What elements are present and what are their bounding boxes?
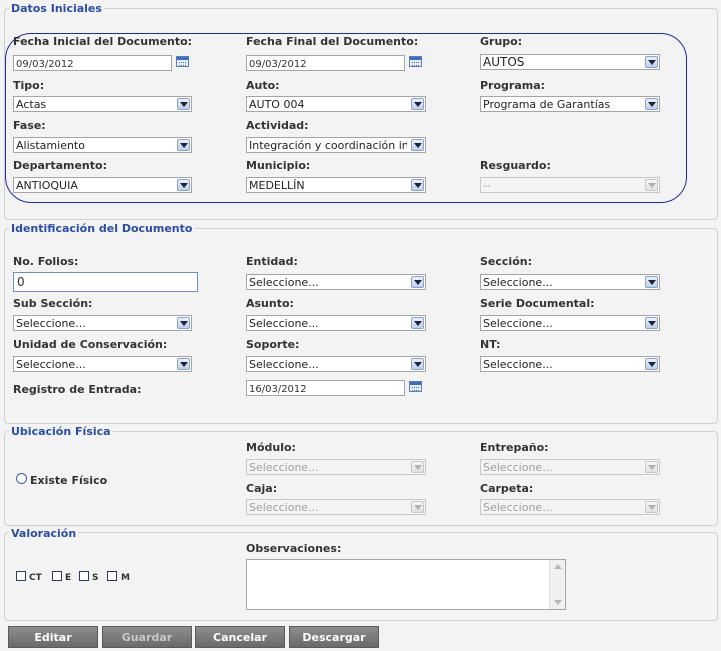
- serie-select[interactable]: Seleccione...: [480, 315, 660, 331]
- fecha-inicial-label: Fecha Inicial del Documento:: [13, 35, 193, 48]
- asunto-label: Asunto:: [246, 297, 294, 310]
- nt-label: NT:: [480, 338, 501, 351]
- m-label: M: [121, 573, 130, 583]
- datos-iniciales-legend: Datos Iniciales: [9, 2, 104, 15]
- chevron-down-icon: [177, 139, 190, 151]
- chevron-down-icon: [645, 276, 658, 288]
- chevron-down-icon: [411, 501, 424, 513]
- soporte-label: Soporte:: [246, 338, 300, 351]
- chevron-down-icon: [645, 358, 658, 370]
- fecha-inicial-field[interactable]: 09/03/2012: [13, 55, 172, 71]
- tipo-select[interactable]: Actas: [13, 96, 192, 112]
- fase-select[interactable]: Alistamiento: [13, 137, 192, 153]
- registro-field[interactable]: 16/03/2012: [246, 380, 405, 396]
- e-checkbox[interactable]: [52, 571, 62, 581]
- chevron-down-icon: [645, 501, 658, 513]
- registro-label: Registro de Entrada:: [13, 383, 142, 396]
- chevron-down-icon: [645, 98, 658, 110]
- tipo-label: Tipo:: [13, 79, 45, 92]
- chevron-down-icon: [411, 461, 424, 473]
- subseccion-select[interactable]: Seleccione...: [13, 315, 192, 331]
- chevron-down-icon: [645, 56, 658, 68]
- resguardo-select[interactable]: --: [480, 177, 660, 193]
- nt-select[interactable]: Seleccione...: [480, 356, 660, 372]
- calendar-icon[interactable]: [409, 56, 422, 67]
- carpeta-select[interactable]: Seleccione...: [480, 499, 660, 515]
- scrollbar[interactable]: [549, 560, 565, 609]
- s-checkbox[interactable]: [79, 571, 89, 581]
- cancelar-button[interactable]: Cancelar: [195, 626, 285, 648]
- entrepano-select[interactable]: Seleccione...: [480, 459, 660, 475]
- modulo-label: Módulo:: [246, 441, 296, 454]
- chevron-down-icon: [645, 317, 658, 329]
- chevron-down-icon: [411, 317, 424, 329]
- programa-select[interactable]: Programa de Garantías: [480, 96, 660, 112]
- chevron-down-icon: [411, 358, 424, 370]
- serie-label: Serie Documental:: [480, 297, 595, 310]
- grupo-select[interactable]: AUTOS: [480, 54, 660, 70]
- carpeta-label: Carpeta:: [480, 482, 534, 495]
- scroll-up-icon[interactable]: [554, 564, 562, 569]
- unidad-select[interactable]: Seleccione...: [13, 356, 192, 372]
- caja-label: Caja:: [246, 482, 278, 495]
- seccion-label: Sección:: [480, 255, 532, 268]
- resguardo-label: Resguardo:: [480, 159, 551, 172]
- ct-checkbox[interactable]: [16, 571, 26, 581]
- seccion-select[interactable]: Seleccione...: [480, 274, 660, 290]
- actividad-select[interactable]: Integración y coordinación inte: [246, 137, 426, 153]
- descargar-button[interactable]: Descargar: [289, 626, 379, 648]
- folios-label: No. Folios:: [13, 255, 79, 268]
- observaciones-label: Observaciones:: [246, 542, 342, 555]
- auto-select[interactable]: AUTO 004: [246, 96, 426, 112]
- guardar-button[interactable]: Guardar: [102, 626, 192, 648]
- actividad-label: Actividad:: [246, 119, 309, 132]
- soporte-select[interactable]: Seleccione...: [246, 356, 426, 372]
- programa-label: Programa:: [480, 79, 546, 92]
- m-checkbox[interactable]: [107, 571, 117, 581]
- subseccion-label: Sub Sección:: [13, 297, 93, 310]
- grupo-label: Grupo:: [480, 35, 523, 48]
- ct-label: CT: [29, 573, 42, 583]
- departamento-select[interactable]: ANTIOQUIA: [13, 177, 192, 193]
- asunto-select[interactable]: Seleccione...: [246, 315, 426, 331]
- fecha-final-label: Fecha Final del Documento:: [246, 35, 419, 48]
- editar-button[interactable]: Editar: [8, 626, 98, 648]
- unidad-label: Unidad de Conservación:: [13, 338, 168, 351]
- identificacion-legend: Identificación del Documento: [9, 222, 195, 235]
- fase-label: Fase:: [13, 119, 46, 132]
- auto-label: Auto:: [246, 79, 280, 92]
- e-label: E: [65, 573, 72, 583]
- valoracion-legend: Valoración: [9, 527, 79, 540]
- fecha-final-field[interactable]: 09/03/2012: [246, 55, 405, 71]
- entidad-label: Entidad:: [246, 255, 298, 268]
- calendar-icon[interactable]: [409, 381, 422, 392]
- chevron-down-icon: [411, 139, 424, 151]
- entrepano-label: Entrepaño:: [480, 441, 549, 454]
- chevron-down-icon: [177, 179, 190, 191]
- scroll-down-icon[interactable]: [554, 600, 562, 605]
- entidad-select[interactable]: Seleccione...: [246, 274, 426, 290]
- observaciones-textarea[interactable]: [246, 559, 566, 610]
- modulo-select[interactable]: Seleccione...: [246, 459, 426, 475]
- caja-select[interactable]: Seleccione...: [246, 499, 426, 515]
- calendar-icon[interactable]: [176, 56, 189, 67]
- chevron-down-icon: [177, 358, 190, 370]
- municipio-label: Municipio:: [246, 159, 311, 172]
- ubicacion-legend: Ubicación Física: [9, 425, 113, 438]
- existe-fisico-label: Existe Físico: [30, 474, 108, 487]
- departamento-label: Departamento:: [13, 159, 107, 172]
- chevron-down-icon: [177, 317, 190, 329]
- municipio-select[interactable]: MEDELLÍN: [246, 177, 426, 193]
- chevron-down-icon: [411, 276, 424, 288]
- chevron-down-icon: [645, 461, 658, 473]
- chevron-down-icon: [645, 179, 658, 191]
- s-label: S: [92, 573, 99, 583]
- chevron-down-icon: [411, 98, 424, 110]
- existe-fisico-radio[interactable]: [16, 473, 27, 484]
- chevron-down-icon: [177, 98, 190, 110]
- chevron-down-icon: [411, 179, 424, 191]
- folios-input[interactable]: 0: [13, 272, 198, 292]
